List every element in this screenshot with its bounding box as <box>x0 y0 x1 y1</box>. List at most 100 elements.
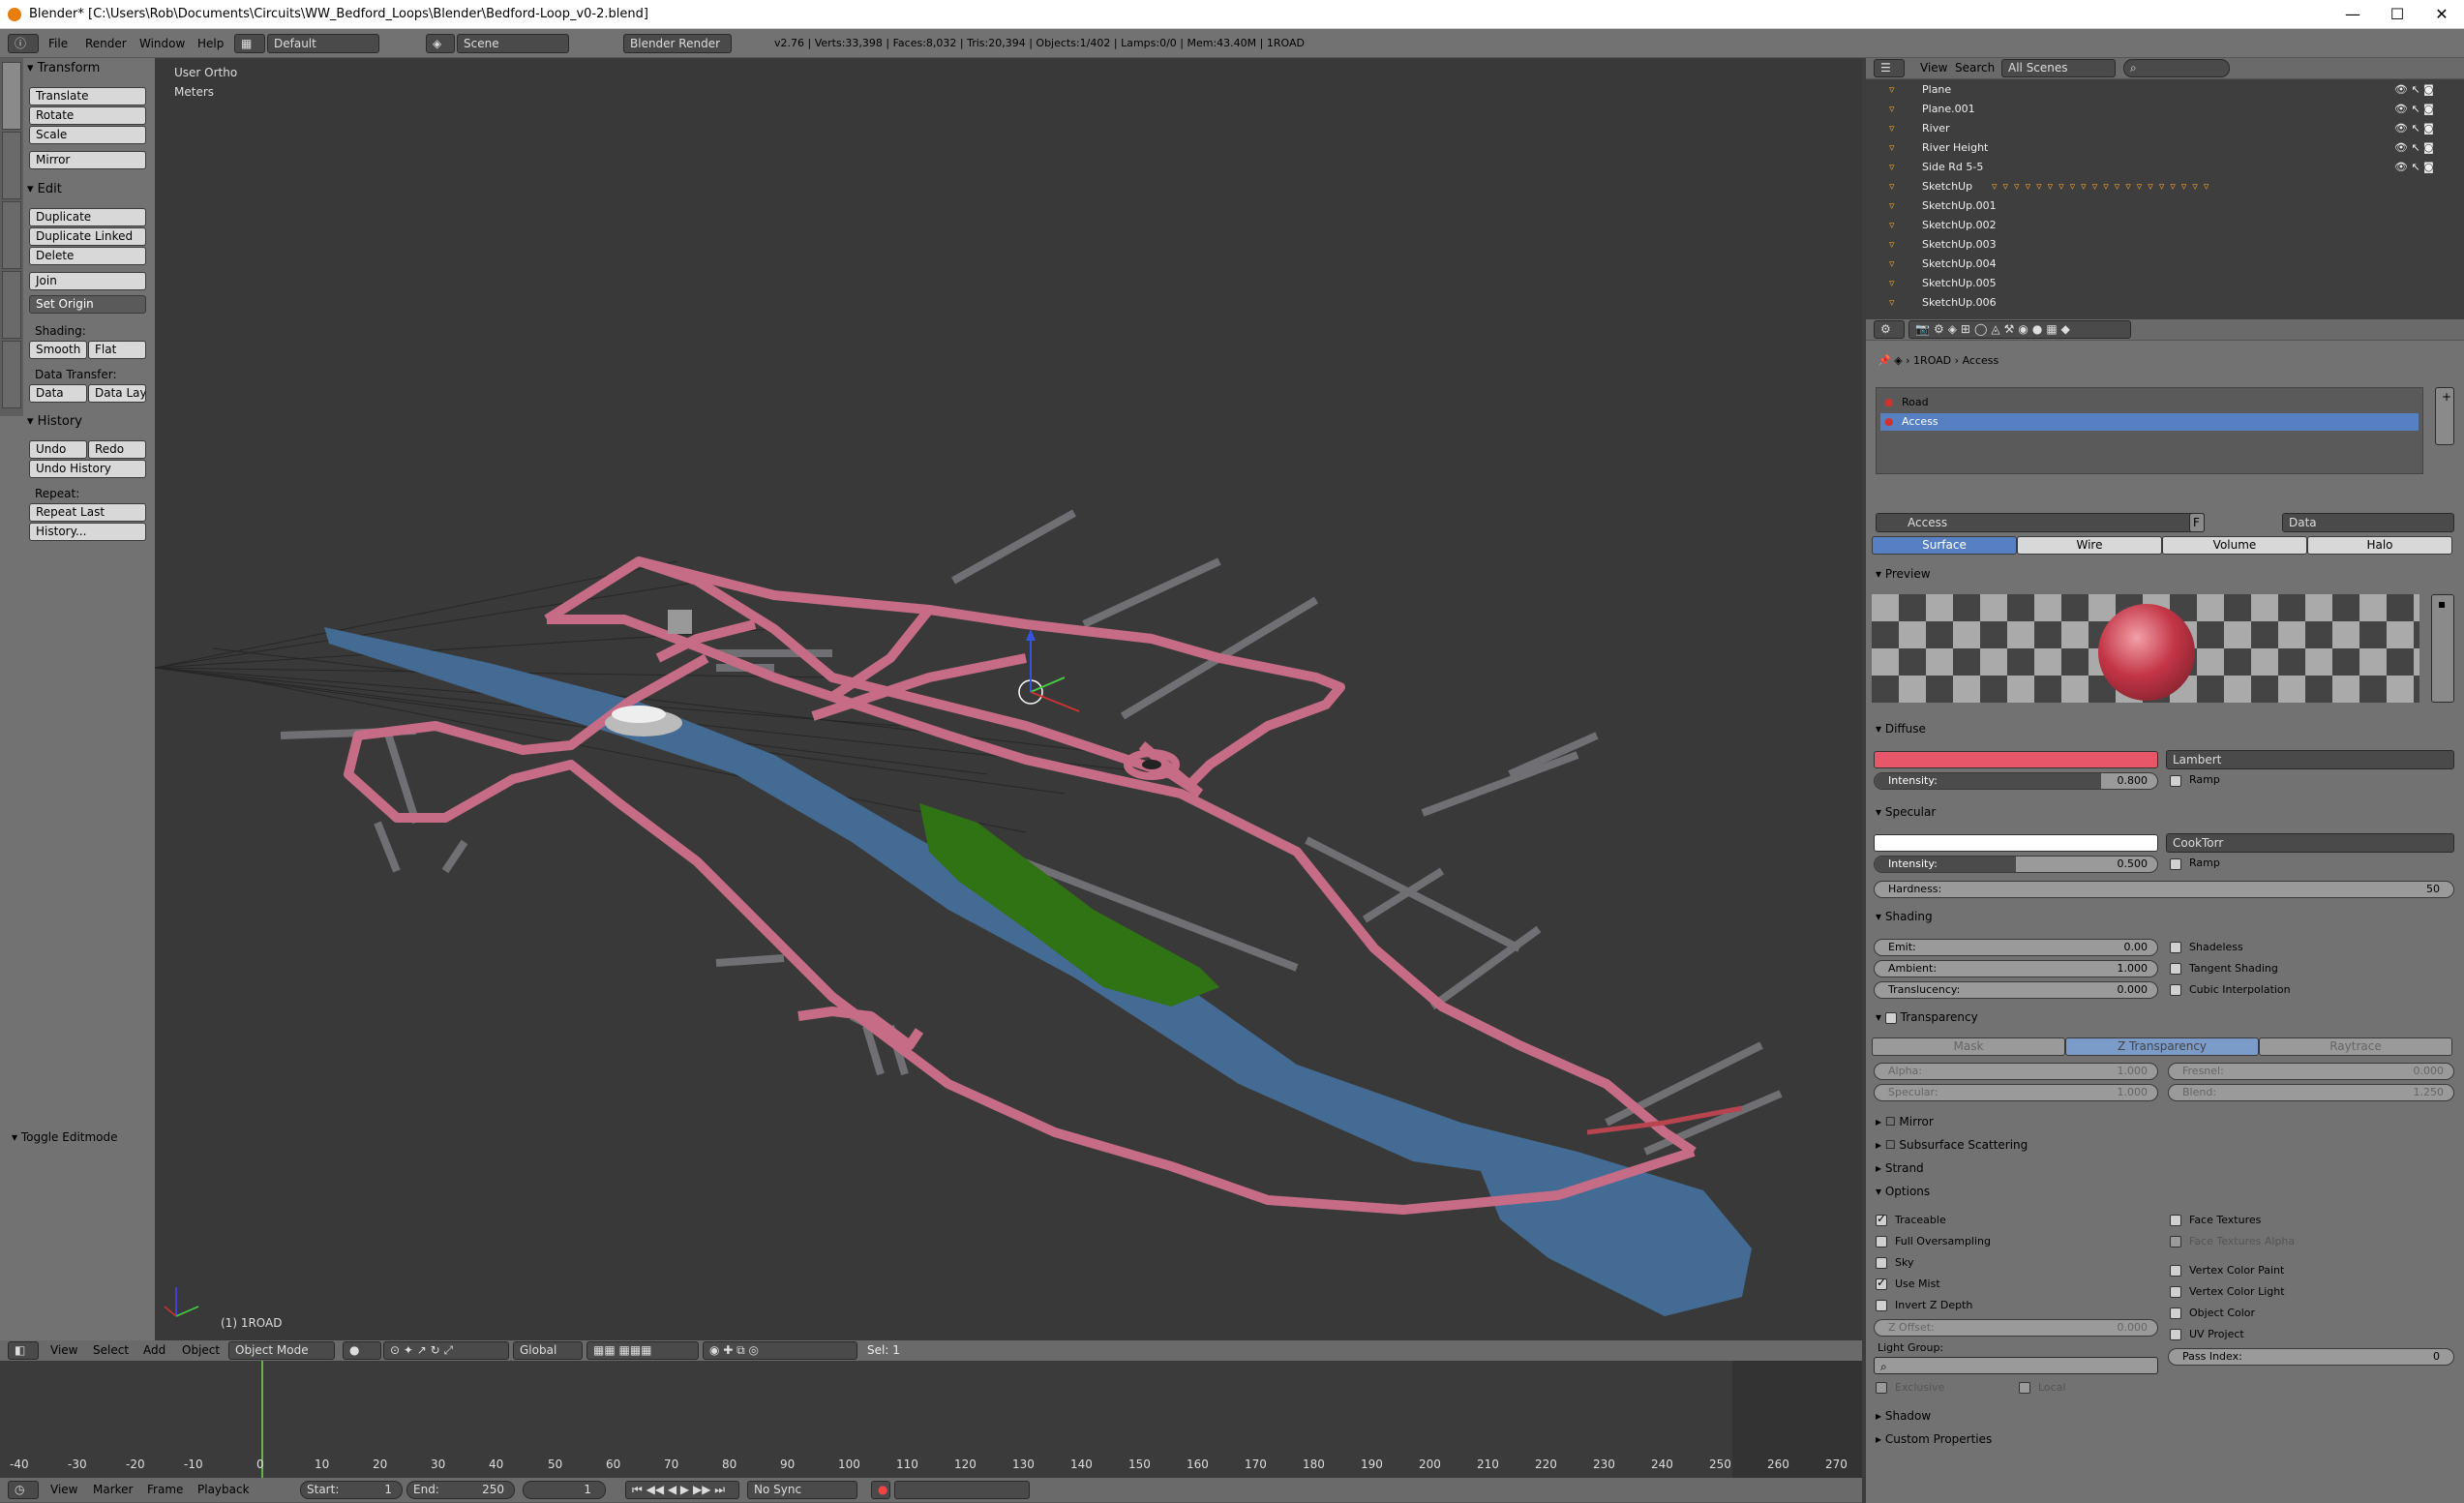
shadow-panel-title[interactable]: ▸ Shadow <box>1876 1409 1931 1423</box>
tl-menu-playback[interactable]: Playback <box>197 1483 250 1496</box>
outliner-row[interactable]: ▿ Plane.001 👁 ↖ ◙ <box>1866 100 2464 119</box>
tab-create[interactable] <box>2 132 21 199</box>
outliner-row[interactable]: ▿ SketchUp.004 <box>1866 255 2464 274</box>
y-axis-gizmo[interactable] <box>1030 676 1066 693</box>
fresnel-field[interactable]: Fresnel: 0.000 <box>2168 1063 2454 1080</box>
smooth-button[interactable]: Smooth <box>29 341 87 359</box>
diffuse-ramp-checkbox[interactable] <box>2170 775 2181 787</box>
shading-dropdown[interactable]: ● <box>343 1341 381 1360</box>
preview-panel-title[interactable]: ▾ Preview <box>1876 567 1931 581</box>
pass-index-field[interactable]: Pass Index: 0 <box>2168 1348 2454 1366</box>
invert-z-checkbox[interactable] <box>1876 1300 1887 1311</box>
sss-panel-title[interactable]: ▸ ☐ Subsurface Scattering <box>1876 1138 2028 1152</box>
menu-select[interactable]: Select <box>93 1343 129 1357</box>
3d-viewport[interactable]: User Ortho Meters (1) 1ROAD <box>155 58 1862 1340</box>
light-group-field[interactable]: ⌕ <box>1874 1357 2158 1374</box>
outliner-row[interactable]: ▿ SketchUp.005 <box>1866 274 2464 293</box>
tab-animation[interactable] <box>2 271 21 339</box>
maximize-button[interactable]: ☐ <box>2375 0 2419 29</box>
transparency-panel-title[interactable]: ▾ Transparency <box>1876 1010 1978 1024</box>
tab-physics[interactable] <box>2 341 21 408</box>
specular-panel-title[interactable]: ▾ Specular <box>1876 805 1936 819</box>
set-origin-dropdown[interactable]: Set Origin <box>29 295 146 314</box>
tab-tools[interactable] <box>2 62 21 130</box>
emit-field[interactable]: Emit: 0.00 <box>1874 939 2158 956</box>
close-button[interactable]: ✕ <box>2419 0 2464 29</box>
timeline-editor-icon[interactable]: ◷ <box>8 1481 39 1499</box>
toggle-editmode-panel[interactable]: ▾ Toggle Editmode <box>12 1130 118 1144</box>
transparency-specular-field[interactable]: Specular: 1.000 <box>1874 1084 2158 1101</box>
slot-add-remove-buttons[interactable]: + <box>2435 387 2454 445</box>
undo-history-button[interactable]: Undo History <box>29 460 146 478</box>
specular-intensity-slider[interactable]: Intensity: 0.500 <box>1874 856 2158 873</box>
outliner-row[interactable]: ▿ SketchUp.006 <box>1866 293 2464 313</box>
options-panel-title[interactable]: ▾ Options <box>1876 1185 1930 1198</box>
shading-panel-title[interactable]: ▾ Shading <box>1876 910 1933 923</box>
tab-halo[interactable]: Halo <box>2307 536 2452 555</box>
tab-surface[interactable]: Surface <box>1872 536 2017 555</box>
translucency-field[interactable]: Translucency: 0.000 <box>1874 981 2158 999</box>
outliner-row[interactable]: ▿ SketchUp.001 <box>1866 196 2464 216</box>
full-oversampling-checkbox[interactable] <box>1876 1236 1887 1247</box>
outliner-menu-search[interactable]: Search <box>1955 61 1995 75</box>
data-layout-button[interactable]: Data Layo <box>88 384 146 403</box>
data-button[interactable]: Data <box>29 384 87 403</box>
orientation-dropdown[interactable]: Global <box>513 1341 583 1360</box>
tl-menu-view[interactable]: View <box>50 1483 77 1496</box>
face-textures-alpha-checkbox[interactable] <box>2170 1236 2181 1247</box>
delete-button[interactable]: Delete <box>29 247 146 265</box>
slot-row-access[interactable]: ● Access <box>1880 413 2419 431</box>
menu-add[interactable]: Add <box>143 1343 165 1357</box>
shadeless-checkbox[interactable] <box>2170 942 2181 953</box>
slot-row-road[interactable]: ● Road <box>1880 394 2419 411</box>
duplicate-linked-button[interactable]: Duplicate Linked <box>29 227 146 246</box>
view3d-editor-icon[interactable]: ◧ <box>8 1341 39 1360</box>
menu-file[interactable]: File <box>48 37 68 50</box>
snap-buttons[interactable]: ◉ ✚ ⧉ ◎ <box>703 1341 857 1360</box>
outliner-row[interactable]: ▿ Plane 👁 ↖ ◙ <box>1866 80 2464 100</box>
hardness-field[interactable]: Hardness: 50 <box>1874 881 2454 898</box>
transparency-checkbox[interactable] <box>1884 1011 1897 1024</box>
history-panel-title[interactable]: ▾ History <box>27 414 82 429</box>
object-color-checkbox[interactable] <box>2170 1308 2181 1319</box>
material-name-field[interactable]: Access <box>1876 513 2205 532</box>
vertex-color-light-checkbox[interactable] <box>2170 1286 2181 1298</box>
uv-project-checkbox[interactable] <box>2170 1329 2181 1340</box>
specular-shader-dropdown[interactable]: CookTorr <box>2166 833 2454 853</box>
outliner-row[interactable]: ▿ SketchUp ▿▿▿▿▿▿▿▿▿▿▿▿▿▿▿▿▿▿▿▿ <box>1866 177 2464 196</box>
context-tabs[interactable]: 📷⚙◈⊞◯◬⚒◉●▦◆ <box>1908 320 2131 339</box>
tangent-shading-checkbox[interactable] <box>2170 963 2181 975</box>
tab-z-transparency[interactable]: Z Transparency <box>2065 1037 2259 1056</box>
pivot-manipulator-buttons[interactable]: ⊙ ✦ ↗ ↻ ⤢ <box>383 1341 509 1360</box>
diffuse-shader-dropdown[interactable]: Lambert <box>2166 750 2454 769</box>
tab-wire[interactable]: Wire <box>2017 536 2162 555</box>
scale-button[interactable]: Scale <box>29 126 146 144</box>
menu-view[interactable]: View <box>50 1343 77 1357</box>
menu-object[interactable]: Object <box>182 1343 220 1357</box>
specular-ramp-checkbox[interactable] <box>2170 858 2181 870</box>
playback-controls[interactable]: ⏮ ◀◀ ◀ ▶ ▶▶ ⏭ <box>625 1481 739 1499</box>
translate-button[interactable]: Translate <box>29 87 146 105</box>
traceable-checkbox[interactable] <box>1876 1212 1887 1226</box>
minimize-button[interactable]: — <box>2330 0 2375 29</box>
diffuse-color-swatch[interactable] <box>1874 751 2158 768</box>
fake-user-button[interactable]: F <box>2189 513 2205 532</box>
sky-checkbox[interactable] <box>1876 1257 1887 1269</box>
undo-button[interactable]: Undo <box>29 440 87 459</box>
outliner-row[interactable]: ▿ Side Rd 5-5 👁 ↖ ◙ <box>1866 158 2464 177</box>
tl-menu-frame[interactable]: Frame <box>147 1483 183 1496</box>
outliner-row[interactable]: ▿ River Height 👁 ↖ ◙ <box>1866 138 2464 158</box>
edit-panel-title[interactable]: ▾ Edit <box>27 182 62 196</box>
end-frame-field[interactable]: End: 250 <box>406 1481 515 1499</box>
keying-set-field[interactable] <box>894 1481 1030 1499</box>
tab-volume[interactable]: Volume <box>2162 536 2307 555</box>
use-mist-checkbox[interactable] <box>1876 1276 1887 1290</box>
preview-type-buttons[interactable]: ▪ <box>2431 594 2454 703</box>
history-button[interactable]: History... <box>29 523 146 541</box>
record-icon[interactable]: ● <box>871 1481 890 1499</box>
layer-buttons[interactable]: ▦▦ ▦▦▦ <box>586 1341 699 1360</box>
join-button[interactable]: Join <box>29 272 146 290</box>
redo-button[interactable]: Redo <box>88 440 146 459</box>
render-engine-dropdown[interactable]: Blender Render <box>623 34 732 53</box>
custom-properties-panel-title[interactable]: ▸ Custom Properties <box>1876 1432 1992 1446</box>
